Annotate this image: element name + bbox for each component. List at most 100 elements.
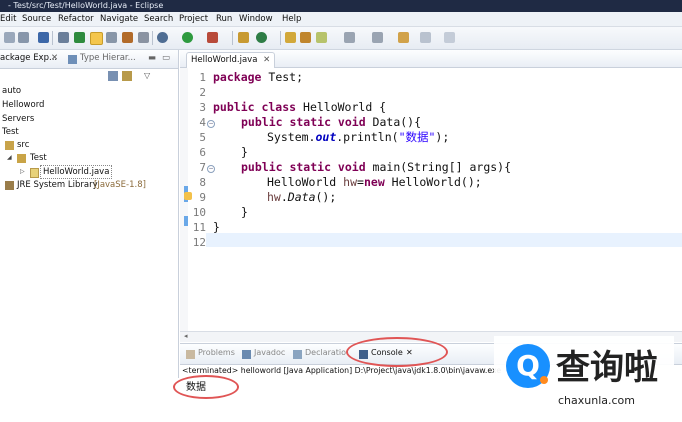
line-number: 5 bbox=[199, 131, 206, 144]
tree-item-helloword[interactable]: Helloword bbox=[2, 99, 44, 111]
line-number: 12 bbox=[192, 236, 206, 249]
tree-item-src[interactable]: src bbox=[17, 139, 29, 151]
line-number: 1 bbox=[199, 71, 206, 84]
link-editor-icon[interactable] bbox=[122, 71, 132, 81]
external-tools-icon[interactable] bbox=[207, 32, 218, 43]
watermark-brand: 查询啦 bbox=[556, 348, 658, 388]
code-line-8: HelloWorld hw=new HelloWorld(); bbox=[267, 175, 482, 189]
tab-problems[interactable]: Problems bbox=[198, 348, 235, 357]
line-number: 9 bbox=[199, 191, 206, 204]
open-type-icon[interactable] bbox=[285, 32, 296, 43]
left-pane-tabs: ackage Exp... ✕ Type Hierar... ▬ ▭ bbox=[0, 50, 178, 69]
fold-toggle-icon[interactable]: − bbox=[207, 165, 215, 173]
code-line-1: package Test; bbox=[213, 70, 304, 84]
line-number: 4 bbox=[199, 116, 206, 129]
code-line-6: } bbox=[241, 145, 248, 159]
new-icon[interactable] bbox=[4, 32, 15, 43]
tab-helloworld-java[interactable]: HelloWorld.java ✕ bbox=[186, 52, 276, 68]
back-arrow-icon[interactable] bbox=[398, 32, 409, 43]
title-bar: - Test/src/Test/HelloWorld.java - Eclips… bbox=[0, 0, 682, 12]
minimize-icon[interactable]: ▬ bbox=[148, 53, 156, 63]
line-number: 3 bbox=[199, 101, 206, 114]
menu-bar: Edit Source Refactor Navigate Search Pro… bbox=[0, 12, 682, 27]
tree-item-test-package[interactable]: Test bbox=[30, 152, 47, 164]
line-number: 11 bbox=[192, 221, 206, 234]
run-icon[interactable] bbox=[182, 32, 193, 43]
watermark: Q 查询啦 chaxunla.com bbox=[494, 336, 674, 422]
menu-refactor[interactable]: Refactor bbox=[58, 13, 94, 25]
new-java-package-icon[interactable] bbox=[256, 32, 267, 43]
tree-item-jre-version: [JavaSE-1.8] bbox=[94, 180, 146, 190]
close-icon[interactable]: ✕ bbox=[263, 55, 270, 65]
window-title: - Test/src/Test/HelloWorld.java - Eclips… bbox=[8, 1, 164, 10]
annotation-nav-icon[interactable] bbox=[344, 32, 355, 43]
current-line-highlight bbox=[206, 233, 682, 247]
tree-item-auto[interactable]: auto bbox=[2, 85, 21, 97]
debug-icon[interactable] bbox=[74, 32, 85, 43]
open-task-icon[interactable] bbox=[300, 32, 311, 43]
tree-item-jre-library[interactable]: JRE System Library bbox=[17, 179, 98, 191]
code-line-10: } bbox=[241, 205, 248, 219]
tree-item-servers[interactable]: Servers bbox=[2, 113, 34, 125]
line-number: 7 bbox=[199, 161, 206, 174]
menu-search[interactable]: Search bbox=[144, 13, 173, 25]
tab-declaration[interactable]: Declaratio bbox=[305, 348, 346, 357]
settings-gear-icon[interactable] bbox=[157, 32, 168, 43]
print-icon[interactable] bbox=[38, 32, 49, 43]
tab-package-explorer[interactable]: ackage Exp... bbox=[0, 53, 57, 63]
java-file-icon bbox=[30, 168, 39, 178]
more-arrow-icon[interactable] bbox=[444, 32, 455, 43]
outline-icon[interactable] bbox=[138, 32, 149, 43]
watermark-url: chaxunla.com bbox=[558, 394, 635, 407]
debug-step-icon[interactable] bbox=[58, 32, 69, 43]
menu-navigate[interactable]: Navigate bbox=[100, 13, 138, 25]
javadoc-icon bbox=[242, 350, 251, 359]
menu-run[interactable]: Run bbox=[216, 13, 232, 25]
save-icon[interactable] bbox=[18, 32, 29, 43]
tab-javadoc[interactable]: Javadoc bbox=[254, 348, 285, 357]
tree-item-test-project[interactable]: Test bbox=[2, 126, 19, 138]
line-number: 6 bbox=[199, 146, 206, 159]
menu-project[interactable]: Project bbox=[179, 13, 208, 25]
code-editor[interactable]: 1 2 3 4 5 6 7 8 9 10 11 12 − − package T… bbox=[180, 68, 682, 338]
package-icon bbox=[17, 154, 26, 163]
code-line-5: System.out.println("数据"); bbox=[267, 130, 450, 144]
collapse-arrow-icon[interactable]: ▷ bbox=[20, 166, 25, 178]
menu-help[interactable]: Help bbox=[282, 13, 301, 25]
tab-type-hierarchy[interactable]: Type Hierar... bbox=[80, 53, 136, 63]
code-line-3: public class HelloWorld { bbox=[213, 100, 387, 114]
line-number: 10 bbox=[192, 206, 206, 219]
menu-source[interactable]: Source bbox=[22, 13, 51, 25]
toolbar bbox=[0, 27, 682, 50]
menu-edit[interactable]: Edit bbox=[0, 13, 16, 25]
format-icon[interactable] bbox=[122, 32, 133, 43]
code-line-9: hw.Data(); bbox=[267, 190, 337, 204]
view-menu-icon[interactable]: ▽ bbox=[144, 71, 150, 80]
red-annotation-oval bbox=[173, 375, 239, 399]
menu-window[interactable]: Window bbox=[239, 13, 273, 25]
toggle-mark-icon[interactable] bbox=[90, 32, 103, 45]
line-number: 8 bbox=[199, 176, 206, 189]
search-icon[interactable] bbox=[316, 32, 327, 43]
last-edit-icon[interactable] bbox=[372, 32, 383, 43]
close-icon[interactable]: ✕ bbox=[51, 53, 58, 63]
scroll-left-icon[interactable]: ◂ bbox=[184, 332, 188, 340]
library-icon bbox=[5, 181, 14, 190]
maximize-icon[interactable]: ▭ bbox=[162, 53, 170, 63]
new-java-project-icon[interactable] bbox=[238, 32, 249, 43]
problems-icon bbox=[186, 350, 195, 359]
red-annotation-oval bbox=[346, 337, 448, 367]
code-line-7: public static void main(String[] args){ bbox=[241, 160, 512, 174]
declaration-icon bbox=[293, 350, 302, 359]
highlight-icon[interactable] bbox=[106, 32, 117, 43]
type-hierarchy-icon bbox=[68, 55, 77, 64]
code-line-4: public static void Data(){ bbox=[241, 115, 422, 129]
expand-arrow-icon[interactable]: ◢ bbox=[7, 152, 12, 164]
source-folder-icon bbox=[5, 141, 14, 150]
forward-arrow-icon[interactable] bbox=[420, 32, 431, 43]
fold-toggle-icon[interactable]: − bbox=[207, 120, 215, 128]
tree-item-helloworld-java[interactable]: HelloWorld.java bbox=[40, 165, 113, 179]
watermark-dot bbox=[540, 376, 548, 384]
code-line-11: } bbox=[213, 220, 220, 234]
collapse-all-icon[interactable] bbox=[108, 71, 118, 81]
